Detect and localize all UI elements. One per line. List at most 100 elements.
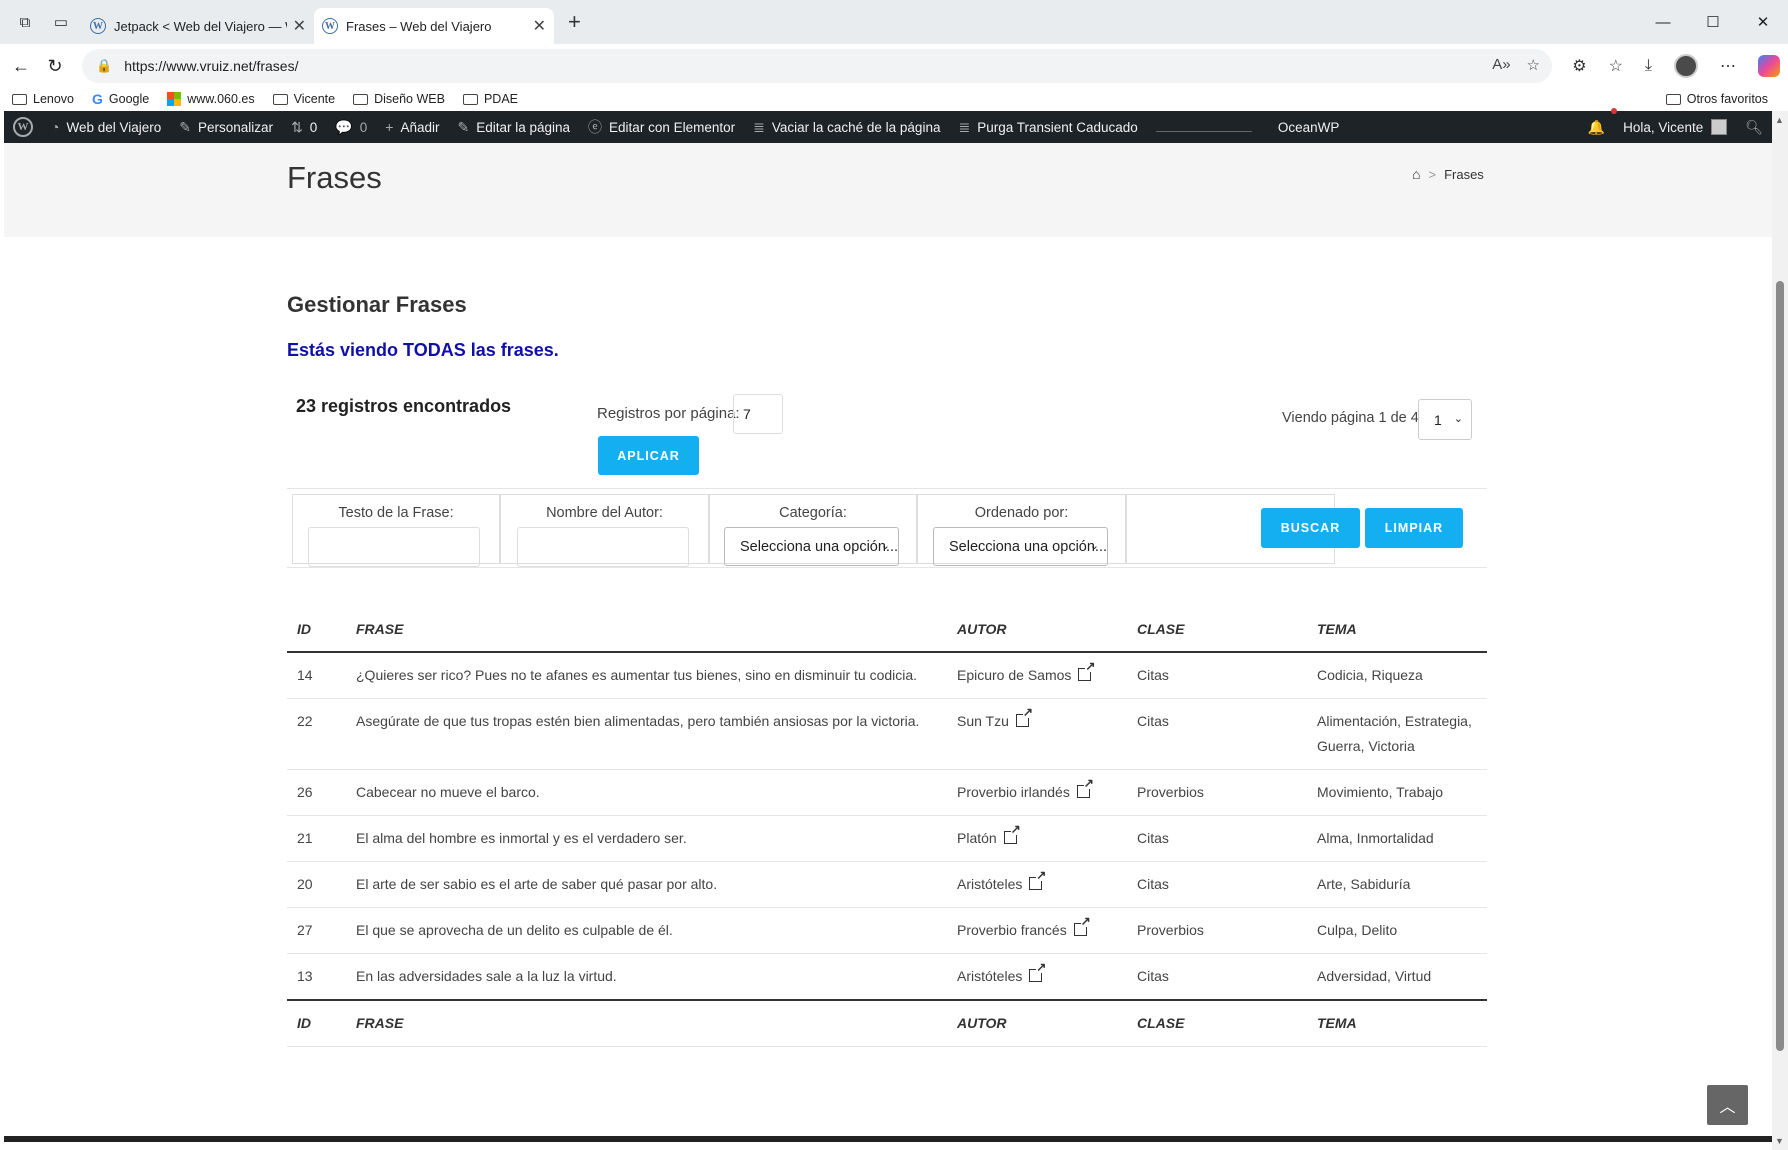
home-icon[interactable]: ⌂ xyxy=(1412,166,1420,182)
tab-actions-icon[interactable]: ▭ xyxy=(50,11,72,33)
bookmark-pdae[interactable]: PDAE xyxy=(462,92,518,106)
category-select[interactable]: Selecciona una opción... ⌄ xyxy=(724,527,899,566)
favorites-icon[interactable]: ☆ xyxy=(1609,56,1623,76)
cell-clase: Citas xyxy=(1127,953,1307,1001)
col-autor[interactable]: AUTOR xyxy=(947,606,1127,653)
order-select[interactable]: Selecciona una opción... ⌄ xyxy=(933,527,1108,566)
author-link[interactable]: Sun Tzu xyxy=(957,713,1009,729)
refresh-icon[interactable]: ↻ xyxy=(38,56,72,77)
tab-jetpack[interactable]: W Jetpack < Web del Viajero — Wo ✕ xyxy=(82,8,314,44)
close-tab-icon[interactable]: ✕ xyxy=(533,16,546,36)
admin-transient[interactable]: ≣ Purga Transient Caducado xyxy=(949,111,1146,143)
author-filter-input[interactable] xyxy=(517,527,689,567)
other-bookmarks[interactable]: Otros favoritos xyxy=(1665,92,1768,106)
tab-title: Frases – Web del Viajero xyxy=(346,18,492,34)
admin-customize[interactable]: ✎ Personalizar xyxy=(170,111,282,143)
admin-site-link[interactable]: ◔ Web del Viajero xyxy=(42,111,170,143)
read-aloud-icon[interactable]: A» xyxy=(1492,56,1510,74)
col-frase[interactable]: FRASE xyxy=(346,606,947,653)
cell-autor[interactable]: Epicuro de Samos xyxy=(947,652,1127,699)
url-field[interactable]: 🔒 https://www.vruiz.net/frases/ A» ☆ xyxy=(82,49,1552,83)
close-tab-icon[interactable]: ✕ xyxy=(293,16,306,36)
external-link-icon[interactable] xyxy=(1076,777,1094,798)
col-id: ID xyxy=(287,999,346,1047)
external-link-icon[interactable] xyxy=(1003,823,1021,844)
copilot-icon[interactable] xyxy=(1758,55,1780,77)
per-page-input[interactable]: 7 xyxy=(733,394,783,434)
notifications-bell[interactable]: 🔔 xyxy=(1579,108,1618,143)
cell-clase: Proverbios xyxy=(1127,769,1307,816)
col-tema[interactable]: TEMA xyxy=(1307,606,1487,653)
admin-stats-sparkline[interactable] xyxy=(1147,111,1261,143)
apply-button[interactable]: APLICAR xyxy=(598,436,699,475)
cell-autor[interactable]: Aristóteles xyxy=(947,861,1127,908)
page-scrollbar[interactable]: ▲ ▼ xyxy=(1772,111,1788,1150)
browser-tab-bar: ⧉ ▭ W Jetpack < Web del Viajero — Wo ✕ W… xyxy=(0,0,1788,44)
favorite-star-icon[interactable]: ☆ xyxy=(1527,56,1540,74)
cell-autor[interactable]: Proverbio irlandés xyxy=(947,769,1127,816)
lock-icon[interactable]: 🔒 xyxy=(96,58,112,74)
admin-account[interactable]: Hola, Vicente xyxy=(1614,111,1736,143)
filter-order-label: Ordenado por: xyxy=(974,505,1069,521)
author-link[interactable]: Epicuro de Samos xyxy=(957,667,1071,683)
breadcrumb-separator: > xyxy=(1428,166,1437,182)
author-link[interactable]: Proverbio francés xyxy=(957,922,1067,938)
author-link[interactable]: Aristóteles xyxy=(957,968,1022,984)
scrollbar-thumb[interactable] xyxy=(1776,281,1784,1051)
close-window-icon[interactable]: ✕ xyxy=(1738,0,1788,44)
scroll-down-icon[interactable]: ▼ xyxy=(1775,1136,1784,1146)
wp-logo-menu[interactable]: W xyxy=(4,111,42,143)
external-link-icon[interactable] xyxy=(1073,915,1091,936)
col-clase[interactable]: CLASE xyxy=(1127,606,1307,653)
bookmark-lenovo[interactable]: Lenovo xyxy=(12,92,74,106)
admin-revisions[interactable]: ⇅ 0 xyxy=(282,111,326,143)
search-button[interactable]: BUSCAR xyxy=(1261,508,1360,548)
bookmark-060[interactable]: www.060.es xyxy=(167,92,255,106)
cell-autor[interactable]: Aristóteles xyxy=(947,953,1127,1001)
scroll-to-top-button[interactable]: ︿ xyxy=(1707,1085,1748,1125)
cell-autor[interactable]: Proverbio francés xyxy=(947,907,1127,954)
new-tab-icon[interactable]: + xyxy=(568,9,581,35)
external-link-icon[interactable] xyxy=(1029,961,1047,982)
admin-oceanwp[interactable]: OceanWP xyxy=(1269,111,1349,143)
admin-search[interactable]: 🔍︎ xyxy=(1736,111,1772,143)
bookmark-diseno-web[interactable]: Diseño WEB xyxy=(353,92,445,106)
external-link-icon[interactable] xyxy=(1078,660,1096,681)
cell-frase: Asegúrate de que tus tropas estén bien a… xyxy=(346,698,947,770)
scroll-up-icon[interactable]: ▲ xyxy=(1775,115,1784,125)
page-info: Viendo página 1 de 4 xyxy=(1282,410,1419,426)
cell-clase: Proverbios xyxy=(1127,907,1307,954)
cell-autor[interactable]: Sun Tzu xyxy=(947,698,1127,770)
col-frase: FRASE xyxy=(346,999,947,1047)
author-link[interactable]: Platón xyxy=(957,830,997,846)
col-id[interactable]: ID xyxy=(287,606,346,653)
text-filter-input[interactable] xyxy=(308,527,480,567)
clear-button[interactable]: LIMPIAR xyxy=(1365,508,1463,548)
profile-avatar[interactable] xyxy=(1674,54,1698,78)
cell-clase: Citas xyxy=(1127,698,1307,770)
admin-edit-page[interactable]: ✎ Editar la página xyxy=(448,111,579,143)
admin-clear-cache[interactable]: ≣ Vaciar la caché de la página xyxy=(744,111,949,143)
external-link-icon[interactable] xyxy=(1015,706,1033,727)
extensions-icon[interactable]: ⚙ xyxy=(1572,56,1586,76)
admin-elementor[interactable]: ⓔ Editar con Elementor xyxy=(579,111,744,143)
cell-tema: Alma, Inmortalidad xyxy=(1307,815,1487,862)
tab-frases[interactable]: W Frases – Web del Viajero ✕ xyxy=(314,8,554,44)
back-icon[interactable]: ← xyxy=(4,56,38,77)
maximize-icon[interactable]: ☐ xyxy=(1688,0,1738,44)
bookmark-google[interactable]: G Google xyxy=(92,91,149,107)
author-link[interactable]: Aristóteles xyxy=(957,876,1022,892)
quotes-table: ID FRASE AUTOR CLASE TEMA 14 ¿Quieres ser… xyxy=(287,606,1487,1047)
admin-comments[interactable]: 💬 0 xyxy=(326,111,376,143)
downloads-icon[interactable]: ⤓ xyxy=(1645,57,1652,75)
minimize-icon[interactable]: — xyxy=(1638,0,1688,44)
cell-autor[interactable]: Platón xyxy=(947,815,1127,862)
col-tema: TEMA xyxy=(1307,999,1487,1047)
workspaces-icon[interactable]: ⧉ xyxy=(14,11,36,33)
more-icon[interactable]: ⋯ xyxy=(1720,56,1736,76)
external-link-icon[interactable] xyxy=(1029,869,1047,890)
bookmark-vicente[interactable]: Vicente xyxy=(272,92,335,106)
author-link[interactable]: Proverbio irlandés xyxy=(957,784,1070,800)
admin-add-new[interactable]: + Añadir xyxy=(376,111,448,143)
page-select[interactable]: 1 ⌄ xyxy=(1418,399,1472,440)
